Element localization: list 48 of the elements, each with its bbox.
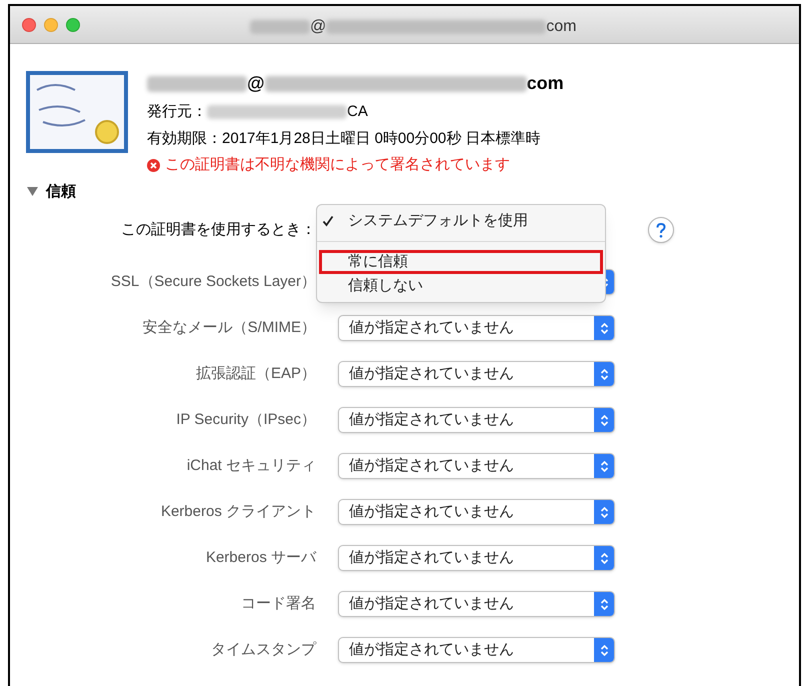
stepper-icon (600, 644, 608, 656)
help-button[interactable] (648, 217, 674, 243)
issuer-label: 発行元： (147, 102, 207, 122)
section-title: 信頼 (46, 182, 76, 202)
menu-item[interactable]: 常に信頼 (319, 250, 603, 274)
menu-item[interactable]: システムデフォルトを使用 (319, 209, 603, 233)
close-button[interactable] (22, 18, 36, 32)
question-mark-icon (656, 222, 666, 238)
setting-label: この証明書を使用するとき： (120, 220, 317, 240)
setting-label: 安全なメール（S/MIME） (142, 318, 317, 338)
checkmark-icon (322, 215, 334, 227)
setting-label: 拡張認証（EAP） (194, 364, 317, 384)
warning-text: この証明書は不明な機関によって署名されています (165, 155, 510, 175)
stepper-icon (600, 552, 608, 564)
stepper-icon (600, 322, 608, 334)
window-title: com (546, 17, 576, 37)
disclosure-triangle-icon[interactable] (27, 187, 38, 196)
setting-label: Kerberos クライアント (160, 502, 317, 522)
popup-button[interactable]: 値が指定されていません (338, 545, 615, 571)
popup-button[interactable]: 値が指定されていません (338, 361, 615, 387)
setting-label: SSL（Secure Sockets Layer） (110, 272, 317, 292)
setting-label: コード署名 (240, 594, 317, 614)
window-title: @ (310, 17, 326, 37)
stepper-icon (600, 598, 608, 610)
setting-label: IP Security（IPsec） (175, 410, 317, 430)
stepper-icon (600, 368, 608, 380)
popup-button[interactable]: 値が指定されていません (338, 407, 615, 433)
menu-item[interactable]: 信頼しない (319, 274, 603, 298)
setting-label: iChat セキュリティ (186, 456, 317, 476)
blurred-text (250, 20, 310, 34)
expiry-date: 有効期限：2017年1月28日土曜日 0時00分00秒 日本標準時 (147, 128, 542, 148)
stepper-icon (600, 414, 608, 426)
certificate-subject: com (526, 72, 564, 95)
popup-button[interactable]: 値が指定されていません (338, 637, 615, 663)
setting-label: Kerberos サーバ (204, 548, 318, 568)
popup-button[interactable]: 値が指定されていません (338, 315, 615, 341)
popup-button[interactable]: 値が指定されていません (338, 591, 615, 617)
popup-button[interactable]: 値が指定されていません (338, 453, 615, 479)
certificate-subject: @ (247, 72, 265, 95)
error-icon (147, 158, 160, 172)
popup-button[interactable]: 値が指定されていません (338, 499, 615, 525)
zoom-button[interactable] (66, 18, 80, 32)
minimize-button[interactable] (44, 18, 58, 32)
stepper-icon (600, 506, 608, 518)
issuer-name: CA (347, 102, 368, 122)
certificate-icon (25, 70, 129, 154)
stepper-icon (600, 460, 608, 472)
setting-label: タイムスタンプ (210, 640, 318, 660)
